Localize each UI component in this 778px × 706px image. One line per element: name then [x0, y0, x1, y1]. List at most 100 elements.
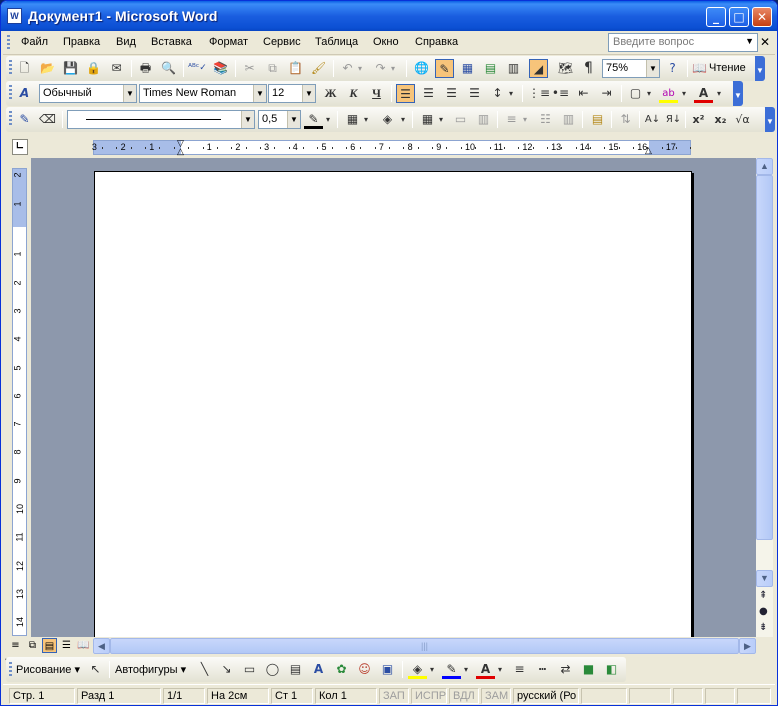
standard-grip[interactable]	[9, 60, 12, 76]
save-icon[interactable]: 💾	[61, 59, 80, 78]
close-button[interactable]: ✕	[752, 7, 772, 27]
style-select[interactable]: Обычный ▼	[39, 84, 137, 103]
document-map-icon[interactable]: 🗺	[556, 59, 575, 78]
research-icon[interactable]: 📚	[211, 59, 230, 78]
eraser-icon[interactable]: ⌫	[38, 110, 57, 129]
email-icon[interactable]: ✉	[107, 59, 126, 78]
outside-border-icon[interactable]: ▢	[626, 84, 645, 103]
fill-color-icon[interactable]: ◈	[408, 660, 427, 679]
bullets-icon[interactable]: •≡	[551, 84, 570, 103]
arrow-style-icon[interactable]: ⇄	[556, 660, 575, 679]
diagram-icon[interactable]: ✿	[332, 660, 351, 679]
reading-layout-icon[interactable]: 📖	[692, 59, 707, 78]
border-color-icon[interactable]: ✎	[304, 110, 323, 129]
font-select[interactable]: Times New Roman ▼	[139, 84, 267, 103]
menu-edit[interactable]: Правка	[63, 36, 100, 48]
split-cells-icon[interactable]: ▥	[474, 110, 493, 129]
hyperlink-icon[interactable]: 🌐	[412, 59, 431, 78]
menu-window[interactable]: Окно	[373, 36, 399, 48]
standard-toolbar-options-icon[interactable]: ▼	[755, 56, 765, 81]
status-spelling[interactable]	[581, 688, 627, 704]
status-page[interactable]: Стр. 1	[9, 688, 75, 704]
table-autoformat-icon[interactable]: ▤	[588, 110, 607, 129]
hanging-indent-marker-icon[interactable]: △	[177, 147, 184, 156]
insert-table-dropdown-icon[interactable]: ▾	[436, 110, 446, 129]
line-tool-icon[interactable]: ╲	[195, 660, 214, 679]
rectangle-tool-icon[interactable]: ▭	[240, 660, 259, 679]
line-weight-dropdown-icon[interactable]: ▼	[287, 111, 300, 128]
redo-dropdown-icon[interactable]: ▾	[388, 59, 398, 78]
tables-toolbar-options-icon[interactable]: ▼	[765, 107, 775, 132]
status-macro[interactable]	[629, 688, 671, 704]
vertical-ruler[interactable]: 2 1 1 2 3 4 5 6 7 8 9 10 11 12 13 14	[12, 168, 27, 636]
zoom-dropdown-icon[interactable]: ▼	[646, 60, 659, 77]
copy-icon[interactable]: ⧉	[263, 59, 282, 78]
autoshapes-menu-button[interactable]: Автофигуры ▾	[115, 663, 186, 676]
status-at[interactable]: На 2см	[207, 688, 269, 704]
styles-formatting-icon[interactable]: A	[15, 84, 34, 103]
minimize-button[interactable]: _	[706, 7, 726, 27]
tables-borders-icon[interactable]: ✎	[435, 59, 454, 78]
columns-icon[interactable]: ▥	[504, 59, 523, 78]
align-cell-dropdown-icon[interactable]: ▾	[520, 110, 530, 129]
paste-icon[interactable]: 📋	[286, 59, 305, 78]
italic-icon[interactable]: К	[344, 84, 363, 103]
subscript-icon[interactable]: x₂	[711, 110, 730, 129]
zoom-select[interactable]: 75% ▼	[602, 59, 660, 78]
merge-cells-icon[interactable]: ▭	[451, 110, 470, 129]
vertical-scrollbar[interactable]: ▲ ▼ ⇞ ● ⇟	[756, 158, 773, 637]
text-box-icon[interactable]: ▤	[286, 660, 305, 679]
select-objects-icon[interactable]: ↖	[86, 660, 105, 679]
word-icon[interactable]: W	[7, 8, 22, 24]
help-icon[interactable]: ?	[663, 59, 682, 78]
distribute-rows-icon[interactable]: ☷	[536, 110, 555, 129]
draw-font-color-icon[interactable]: A	[476, 660, 495, 679]
web-layout-view-icon[interactable]: ⧉	[25, 638, 40, 653]
tables-borders-grip[interactable]	[9, 111, 12, 127]
help-dropdown-icon[interactable]: ▼	[745, 36, 754, 46]
status-column[interactable]: Кол 1	[315, 688, 377, 704]
borders-dropdown-icon[interactable]: ▾	[361, 110, 371, 129]
scroll-up-icon[interactable]: ▲	[756, 158, 773, 175]
align-left-icon[interactable]: ☰	[396, 84, 415, 103]
text-direction-icon[interactable]: ⇅	[616, 110, 635, 129]
highlight-dropdown-icon[interactable]: ▾	[679, 84, 689, 103]
print-preview-icon[interactable]: 🔍	[159, 59, 178, 78]
help-question-input[interactable]: Введите вопрос ▼	[608, 33, 758, 52]
line-style-select[interactable]: ▼	[67, 110, 255, 129]
draw-table-icon[interactable]: ✎	[15, 110, 34, 129]
title-bar[interactable]: W Документ1 - Microsoft Word _ □ ✕	[1, 1, 777, 31]
menu-table[interactable]: Таблица	[315, 36, 358, 48]
insert-table-icon[interactable]: ▦	[458, 59, 477, 78]
line-style-dropdown-icon[interactable]: ▼	[241, 111, 254, 128]
3d-style-icon[interactable]: ◧	[602, 660, 621, 679]
line-spacing-dropdown-icon[interactable]: ▾	[506, 84, 516, 103]
maximize-button[interactable]: □	[729, 7, 749, 27]
border-color-dropdown-icon[interactable]: ▾	[323, 110, 333, 129]
justify-icon[interactable]: ☰	[465, 84, 484, 103]
align-cell-icon[interactable]: ≡	[502, 110, 521, 129]
sort-descending-icon[interactable]: Я↓	[664, 110, 683, 129]
oval-tool-icon[interactable]: ◯	[263, 660, 282, 679]
status-language[interactable]: русский (Ро	[513, 688, 579, 704]
reading-view-icon[interactable]: 📖	[76, 638, 91, 653]
line-color-dropdown-icon[interactable]: ▾	[461, 660, 471, 679]
insert-table-tb-icon[interactable]: ▦	[418, 110, 437, 129]
font-size-dropdown-icon[interactable]: ▼	[302, 85, 315, 102]
previous-page-icon[interactable]: ⇞	[759, 590, 767, 601]
drawing-grip[interactable]	[9, 662, 12, 678]
menu-grip[interactable]	[7, 35, 10, 51]
select-browse-object-icon[interactable]: ●	[759, 606, 768, 617]
equation-icon[interactable]: √α	[733, 110, 752, 129]
menu-tools[interactable]: Сервис	[263, 36, 301, 48]
fill-color-dropdown-icon[interactable]: ▾	[427, 660, 437, 679]
draw-font-color-dropdown-icon[interactable]: ▾	[495, 660, 505, 679]
normal-view-icon[interactable]: ≡	[8, 638, 23, 653]
menu-file[interactable]: Файл	[21, 36, 48, 48]
menu-view[interactable]: Вид	[116, 36, 136, 48]
menu-format[interactable]: Формат	[209, 36, 248, 48]
scroll-left-icon[interactable]: ◀	[93, 638, 110, 654]
clip-art-icon[interactable]: ☺	[355, 660, 374, 679]
font-color-icon[interactable]: A	[694, 84, 713, 103]
menu-insert[interactable]: Вставка	[151, 36, 192, 48]
